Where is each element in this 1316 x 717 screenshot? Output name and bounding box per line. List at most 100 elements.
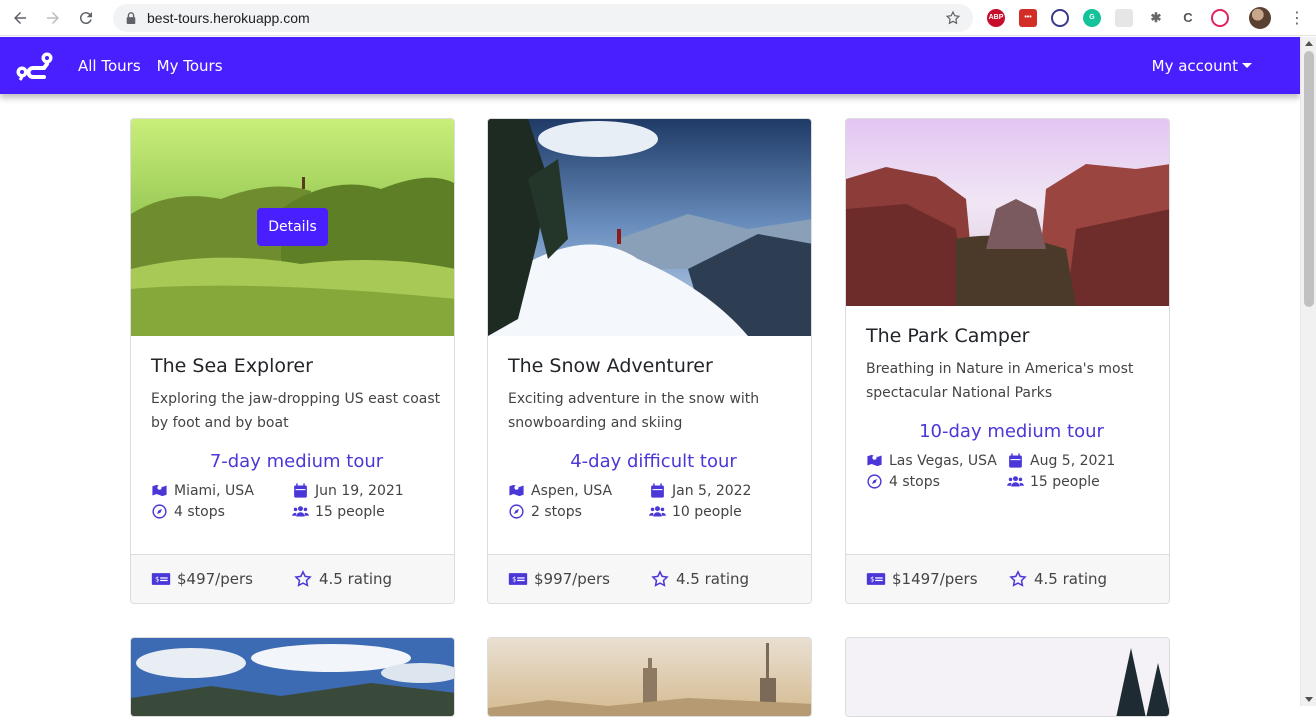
card-body: The Sea Explorer Exploring the jaw-dropp… bbox=[151, 355, 442, 520]
map-icon bbox=[152, 484, 167, 497]
tour-card[interactable] bbox=[130, 637, 455, 717]
details-button[interactable]: Details bbox=[257, 208, 328, 246]
card-body: The Park Camper Breathing in Nature in A… bbox=[866, 325, 1157, 490]
shield-extension-icon[interactable] bbox=[1211, 8, 1229, 27]
svg-text:$: $ bbox=[155, 576, 159, 584]
svg-text:$: $ bbox=[870, 576, 874, 584]
code-extension-icon[interactable]: C bbox=[1179, 8, 1197, 27]
tour-description: Exploring the jaw-dropping US east coast… bbox=[151, 391, 441, 431]
forward-arrow-icon[interactable] bbox=[41, 6, 65, 30]
tour-summary: 7-day medium tour bbox=[209, 451, 384, 472]
money-bill-icon: $ bbox=[151, 573, 171, 585]
menu-kebab-icon[interactable]: ⋮ bbox=[1289, 8, 1305, 27]
tour-date: Aug 5, 2021 bbox=[1030, 452, 1116, 469]
scroll-up-arrow-icon[interactable] bbox=[1305, 41, 1313, 46]
adblock-extension-icon[interactable]: ABP bbox=[987, 8, 1005, 27]
account-dropdown[interactable]: My account bbox=[1152, 57, 1252, 75]
reload-icon[interactable] bbox=[74, 6, 98, 30]
tour-price: $497/pers bbox=[177, 570, 253, 588]
tour-price: $997/pers bbox=[534, 570, 610, 588]
card-footer: $ $997/pers 4.5 rating bbox=[488, 554, 811, 603]
calendar-icon bbox=[651, 483, 664, 498]
card-footer: $ $1497/pers 4.5 rating bbox=[846, 554, 1169, 603]
scroll-thumb[interactable] bbox=[1304, 51, 1314, 307]
profile-avatar[interactable] bbox=[1249, 6, 1271, 29]
tour-people: 10 people bbox=[672, 503, 742, 520]
star-icon bbox=[1009, 570, 1027, 587]
tour-info: Miami, USA Jun 19, 2021 4 stops 15 peopl… bbox=[151, 482, 442, 520]
people-cell: 15 people bbox=[292, 503, 442, 520]
date-cell: Jun 19, 2021 bbox=[292, 482, 442, 499]
bug-extension-icon[interactable]: ✱ bbox=[1147, 8, 1165, 27]
tour-card[interactable]: The Park Camper Breathing in Nature in A… bbox=[845, 118, 1170, 604]
stops-cell: 4 stops bbox=[866, 473, 1007, 490]
tour-description: Exciting adventure in the snow with snow… bbox=[508, 391, 760, 431]
card-body: The Snow Adventurer Exciting adventure i… bbox=[508, 355, 799, 520]
date-cell: Aug 5, 2021 bbox=[1007, 452, 1157, 469]
stops-cell: 4 stops bbox=[151, 503, 292, 520]
address-bar[interactable]: best-tours.herokuapp.com bbox=[113, 3, 973, 32]
tour-title[interactable]: The Snow Adventurer bbox=[508, 355, 799, 377]
compass-icon bbox=[152, 504, 167, 519]
price-cell: $ $997/pers bbox=[508, 570, 650, 588]
compass-icon bbox=[867, 474, 882, 489]
location-cell: Las Vegas, USA bbox=[866, 452, 1007, 469]
card-footer: $ $497/pers 4.5 rating bbox=[131, 554, 454, 603]
url-text: best-tours.herokuapp.com bbox=[147, 9, 310, 26]
tour-stops: 2 stops bbox=[531, 503, 582, 520]
page-scrollbar[interactable] bbox=[1300, 37, 1316, 706]
price-cell: $ $1497/pers bbox=[866, 570, 1008, 588]
tour-info: Aspen, USA Jan 5, 2022 2 stops 10 people bbox=[508, 482, 799, 520]
tour-image bbox=[846, 119, 1169, 306]
money-bill-icon: $ bbox=[508, 573, 528, 585]
stops-cell: 2 stops bbox=[508, 503, 649, 520]
tour-card[interactable]: The Snow Adventurer Exciting adventure i… bbox=[487, 118, 812, 604]
account-label: My account bbox=[1151, 56, 1238, 75]
site-navbar: All Tours My Tours My account bbox=[0, 37, 1300, 94]
tour-stops: 4 stops bbox=[174, 503, 225, 520]
tour-title[interactable]: The Sea Explorer bbox=[151, 355, 442, 377]
users-icon bbox=[1007, 476, 1024, 487]
block-extension-icon[interactable] bbox=[1051, 8, 1069, 27]
calendar-icon bbox=[1009, 453, 1022, 468]
tour-description: Breathing in Nature in America's most sp… bbox=[866, 361, 1134, 401]
tour-card[interactable] bbox=[845, 637, 1170, 717]
tour-people: 15 people bbox=[1030, 473, 1100, 490]
scroll-down-arrow-icon[interactable] bbox=[1305, 697, 1313, 702]
tour-date: Jan 5, 2022 bbox=[672, 482, 752, 499]
tour-card[interactable]: Details The Sea Explorer Exploring the j… bbox=[130, 118, 455, 604]
tour-location: Miami, USA bbox=[174, 482, 254, 499]
bookmark-star-icon[interactable] bbox=[945, 10, 961, 26]
tour-people: 15 people bbox=[315, 503, 385, 520]
nav-all-tours[interactable]: All Tours bbox=[78, 57, 141, 75]
tour-info: Las Vegas, USA Aug 5, 2021 4 stops 15 pe… bbox=[866, 452, 1157, 490]
tour-summary: 4-day difficult tour bbox=[570, 451, 737, 472]
back-arrow-icon[interactable] bbox=[8, 6, 32, 30]
rating-cell: 4.5 rating bbox=[650, 570, 749, 588]
tour-image bbox=[846, 638, 1169, 716]
tour-card[interactable] bbox=[487, 637, 812, 717]
users-icon bbox=[292, 506, 309, 517]
map-icon bbox=[509, 484, 524, 497]
date-cell: Jan 5, 2022 bbox=[649, 482, 799, 499]
tour-location: Las Vegas, USA bbox=[889, 452, 997, 469]
calendar-icon bbox=[294, 483, 307, 498]
tour-price: $1497/pers bbox=[892, 570, 978, 588]
grid-extension-icon[interactable] bbox=[1115, 8, 1133, 27]
logo-route-icon[interactable] bbox=[14, 50, 56, 82]
tour-image bbox=[488, 119, 811, 336]
grammarly-extension-icon[interactable]: G bbox=[1083, 8, 1101, 27]
tour-summary: 10-day medium tour bbox=[919, 421, 1104, 442]
tour-location: Aspen, USA bbox=[531, 482, 613, 499]
nav-my-tours[interactable]: My Tours bbox=[157, 57, 223, 75]
location-cell: Aspen, USA bbox=[508, 482, 649, 499]
rating-cell: 4.5 rating bbox=[1008, 570, 1107, 588]
star-icon bbox=[294, 570, 312, 587]
browser-toolbar: best-tours.herokuapp.com ABP ••• G ✱ C ⋮ bbox=[0, 0, 1316, 36]
tour-rating: 4.5 rating bbox=[319, 570, 393, 588]
lastpass-extension-icon[interactable]: ••• bbox=[1019, 8, 1037, 27]
tour-date: Jun 19, 2021 bbox=[315, 482, 404, 499]
people-cell: 10 people bbox=[649, 503, 799, 520]
tour-title[interactable]: The Park Camper bbox=[866, 325, 1157, 347]
rating-cell: 4.5 rating bbox=[293, 570, 392, 588]
